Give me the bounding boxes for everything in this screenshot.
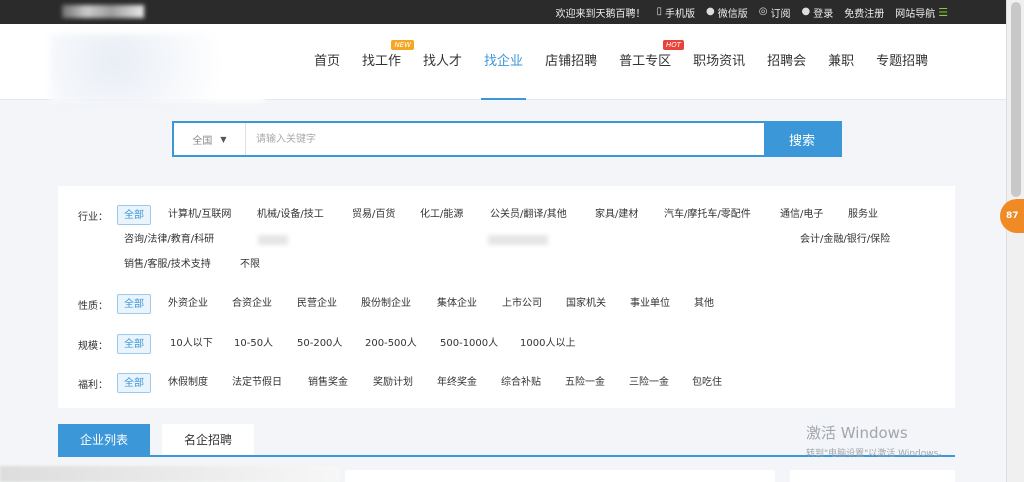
scrollbar[interactable] <box>1006 0 1024 482</box>
filter-option[interactable]: 三险一金 <box>629 373 669 393</box>
filter-option[interactable]: 事业单位 <box>630 294 670 314</box>
filter-option[interactable]: 上市公司 <box>502 294 542 314</box>
filter-option[interactable]: 50-200人 <box>297 334 342 354</box>
watermark-title: 激活 Windows <box>806 424 908 442</box>
nav-job-fair[interactable]: 招聘会 <box>756 24 817 100</box>
filter-option[interactable]: 服务业 <box>848 205 878 225</box>
filter-option[interactable]: 包吃住 <box>692 373 722 393</box>
blurred-content <box>0 466 340 482</box>
nav-find-company[interactable]: 找企业 <box>473 24 534 100</box>
nav-find-talent[interactable]: 找人才 <box>412 24 473 100</box>
search-input[interactable] <box>246 123 764 155</box>
hot-badge: HOT <box>663 40 685 50</box>
nav-find-job[interactable]: 找工作 NEW <box>351 24 415 100</box>
filter-option[interactable]: 股份制企业 <box>361 294 411 314</box>
content-card <box>345 470 775 482</box>
blurred-option <box>258 235 288 245</box>
filter-option[interactable]: 销售/客服/技术支持 <box>124 255 211 275</box>
tab-company-list[interactable]: 企业列表 <box>58 424 151 456</box>
welcome-text: 欢迎来到天鹅百聘！ <box>555 8 646 20</box>
main-nav: 首页 找工作 NEW 找人才 找企业 店铺招聘 普工专区 HOT 职场资讯 招聘会 … <box>303 24 939 100</box>
filter-option[interactable]: 外资企业 <box>168 294 208 314</box>
filter-option[interactable]: 法定节假日 <box>232 373 282 393</box>
nav-part-time[interactable]: 兼职 <box>817 24 865 100</box>
phone-icon: ▯ <box>656 6 662 17</box>
nav-home[interactable]: 首页 <box>303 24 351 100</box>
wechat-icon: ● <box>706 6 715 17</box>
side-float-badge[interactable]: 87 <box>1000 199 1024 233</box>
filter-label: 性质： <box>78 301 108 312</box>
filter-option[interactable]: 集体企业 <box>437 294 477 314</box>
filter-option[interactable]: 合资企业 <box>232 294 272 314</box>
filter-option[interactable]: 年终奖金 <box>437 373 477 393</box>
filter-panel: 行业： 全部 计算机/互联网 机械/设备/技工 贸易/百货 化工/能源 公关员/… <box>58 186 955 408</box>
filter-option[interactable]: 五险一金 <box>565 373 605 393</box>
register-link[interactable]: 免费注册 <box>844 5 884 20</box>
search-bar: 全国 ▼ 搜索 <box>172 121 842 157</box>
sitenav-link[interactable]: 网站导航 ☰ <box>895 5 948 20</box>
filter-option[interactable]: 10人以下 <box>170 334 213 354</box>
company-tabs: 企业列表 名企招聘 <box>58 424 255 456</box>
menu-icon: ☰ <box>938 5 948 19</box>
tab-famous-companies[interactable]: 名企招聘 <box>162 424 255 456</box>
filter-option[interactable]: 化工/能源 <box>420 205 463 225</box>
top-bar: 欢迎来到天鹅百聘！ ▯ 手机版 ● 微信版 ◎ 订阅 ● 登录 免费注册 网站导航 ☰ <box>0 0 1006 24</box>
filter-option[interactable]: 不限 <box>240 255 260 275</box>
filter-option[interactable]: 销售奖金 <box>308 373 348 393</box>
user-icon: ● <box>801 6 811 17</box>
filter-label: 规模： <box>78 341 108 352</box>
filter-option[interactable]: 全部 <box>117 294 151 314</box>
filter-option[interactable]: 其他 <box>694 294 714 314</box>
search-button[interactable]: 搜索 <box>764 123 840 155</box>
nav-topic-recruit[interactable]: 专题招聘 <box>865 24 939 100</box>
nav-worker-zone[interactable]: 普工专区 HOT <box>608 24 685 100</box>
caret-down-icon: ▼ <box>220 134 227 144</box>
filter-option[interactable]: 500-1000人 <box>440 334 498 354</box>
filter-option[interactable]: 会计/金融/银行/保险 <box>800 230 890 250</box>
new-badge: NEW <box>391 40 415 50</box>
filter-option[interactable]: 咨询/法律/教育/科研 <box>124 230 214 250</box>
filter-option[interactable]: 国家机关 <box>566 294 606 314</box>
filter-option[interactable]: 10-50人 <box>234 334 273 354</box>
subscribe-link[interactable]: ◎ 订阅 <box>759 5 791 20</box>
filter-option[interactable]: 1000人以上 <box>520 334 575 354</box>
filter-option[interactable]: 奖励计划 <box>373 373 413 393</box>
rss-icon: ◎ <box>758 6 768 17</box>
region-select[interactable]: 全国 ▼ <box>174 123 246 155</box>
region-value: 全国 <box>192 135 213 147</box>
filter-option[interactable]: 全部 <box>117 205 151 225</box>
wechat-link[interactable]: ● 微信版 <box>706 5 748 20</box>
filter-option[interactable]: 通信/电子 <box>780 205 823 225</box>
top-links: 欢迎来到天鹅百聘！ ▯ 手机版 ● 微信版 ◎ 订阅 ● 登录 免费注册 网站导航 ☰ <box>555 0 948 24</box>
filter-option[interactable]: 全部 <box>117 334 151 354</box>
scrollbar-thumb[interactable] <box>1011 2 1021 197</box>
filter-option[interactable]: 汽车/摩托车/零配件 <box>664 205 751 225</box>
filter-option[interactable]: 公关员/翻译/其他 <box>490 205 567 225</box>
filter-option[interactable]: 综合补贴 <box>501 373 541 393</box>
filter-option[interactable]: 计算机/互联网 <box>168 205 231 225</box>
filter-label: 行业： <box>78 212 108 223</box>
filter-option[interactable]: 家具/建材 <box>595 205 638 225</box>
login-link[interactable]: ● 登录 <box>801 5 833 20</box>
filter-option[interactable]: 机械/设备/技工 <box>257 205 324 225</box>
filter-option[interactable]: 休假制度 <box>168 373 208 393</box>
blurred-logo <box>50 34 265 102</box>
filter-option[interactable]: 贸易/百货 <box>352 205 395 225</box>
watermark-subtitle: 转到"电脑设置"以激活 Windows。 <box>806 449 948 459</box>
filter-label: 福利： <box>78 380 108 391</box>
nav-career-news[interactable]: 职场资讯 <box>682 24 756 100</box>
blurred-site-name <box>62 5 144 18</box>
filter-option[interactable]: 200-500人 <box>365 334 417 354</box>
header: 首页 找工作 NEW 找人才 找企业 店铺招聘 普工专区 HOT 职场资讯 招聘会 … <box>0 24 1006 102</box>
blurred-option <box>488 235 548 245</box>
content-card <box>790 470 955 482</box>
windows-activation-watermark: 激活 Windows 转到"电脑设置"以激活 Windows。 <box>806 422 947 459</box>
filter-option[interactable]: 民营企业 <box>297 294 337 314</box>
filter-option[interactable]: 全部 <box>117 373 151 393</box>
nav-shop-recruit[interactable]: 店铺招聘 <box>534 24 608 100</box>
mobile-link[interactable]: ▯ 手机版 <box>656 5 695 20</box>
